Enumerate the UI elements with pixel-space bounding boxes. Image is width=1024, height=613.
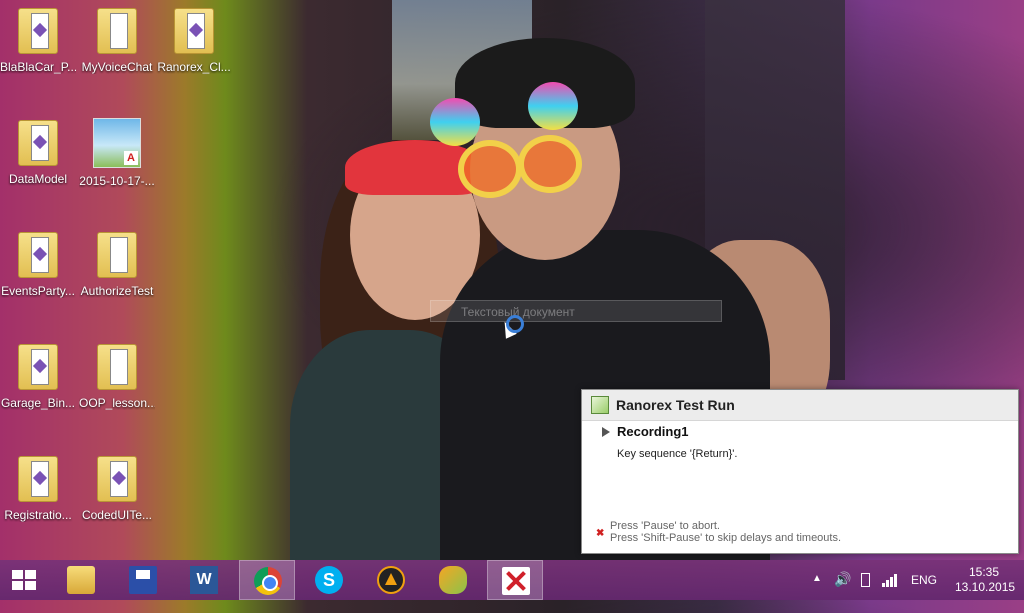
taskbar-file-explorer[interactable] (53, 560, 109, 600)
language-indicator[interactable]: ENG (911, 573, 937, 613)
desktop-icon-garage-bin[interactable]: Garage_Bin... (0, 344, 76, 410)
hint-skip: Press 'Shift-Pause' to skip delays and t… (610, 532, 842, 544)
desktop-icon-label: Registratio... (4, 508, 72, 522)
taskbar-fl-studio[interactable] (425, 560, 481, 600)
busy-spinner-icon (506, 315, 524, 333)
desktop-icon-label: Garage_Bin... (0, 396, 76, 410)
folder-icon (18, 8, 58, 54)
desktop-icon-label: AuthorizeTest (80, 284, 154, 298)
network-signal-icon[interactable] (882, 573, 898, 613)
taskbar-aimp[interactable] (363, 560, 419, 600)
desktop-icon-blablacar[interactable]: BlaBlaCar_P... (0, 8, 76, 74)
folder-icon (97, 344, 137, 390)
wallpaper-ear-right (528, 82, 578, 130)
wallpaper-glasses-right (518, 135, 582, 193)
hint-abort: Press 'Pause' to abort. (610, 520, 720, 532)
taskbar-word[interactable]: W (176, 560, 232, 600)
skype-icon: S (315, 566, 343, 594)
folder-icon (174, 8, 214, 54)
desktop-icon-myvoicechat[interactable]: MyVoiceChat (79, 8, 155, 74)
popup-header: Ranorex Test Run (582, 390, 1018, 421)
desktop-icon-label: MyVoiceChat (81, 60, 153, 74)
taskbar-ranorex[interactable] (487, 560, 543, 600)
abort-x-icon: ✖ (596, 528, 605, 539)
aimp-icon (377, 566, 405, 594)
folder-icon (97, 8, 137, 54)
taskbar-chrome[interactable] (239, 560, 295, 600)
desktop-icon-label: OOP_lesson... (79, 396, 155, 410)
desktop-icon-registration[interactable]: Registratio... (0, 456, 76, 522)
desktop-icon-label: EventsParty... (1, 284, 75, 298)
ranorex-icon (502, 567, 530, 595)
desktop-icon-authorizetest[interactable]: AuthorizeTest (79, 232, 155, 298)
desktop-icon-eventsparty[interactable]: EventsParty... (0, 232, 76, 298)
folder-icon (97, 456, 137, 502)
desktop-icon-label: CodedUITe... (81, 508, 153, 522)
show-hidden-icons-button[interactable]: ▲ (812, 573, 822, 613)
desktop-icon-label: 2015-10-17-... (79, 174, 155, 188)
desktop-icon-oop-lesson[interactable]: OOP_lesson... (79, 344, 155, 410)
word-icon: W (190, 566, 218, 594)
desktop-icon-pdf-2015-10-17[interactable]: A 2015-10-17-... (79, 118, 155, 188)
power-icon[interactable] (859, 571, 871, 587)
wallpaper-ear-left (430, 98, 480, 146)
desktop-icon-codeduitest[interactable]: CodedUITe... (79, 456, 155, 522)
faded-rename-box: Текстовый документ (430, 300, 722, 322)
taskbar-save-app[interactable] (115, 560, 171, 600)
desktop-icon-label: Ranorex_Cl... (157, 60, 231, 74)
folder-icon (18, 344, 58, 390)
desktop-icon-datamodel[interactable]: DataModel (0, 120, 76, 186)
wallpaper-glasses-left (458, 140, 522, 198)
play-icon (602, 427, 610, 437)
folder-icon (18, 456, 58, 502)
ranorex-logo-icon (591, 396, 609, 414)
recording-name: Recording1 (617, 424, 689, 439)
clock-time: 15:35 (968, 565, 1000, 579)
fl-studio-icon (439, 566, 467, 594)
clock-date: 13.10.2015 (955, 580, 1016, 594)
taskbar-skype[interactable]: S (301, 560, 357, 600)
volume-icon[interactable]: 🔊 (834, 571, 851, 611)
desktop-icon-label: DataModel (8, 172, 68, 186)
pdf-icon: A (93, 118, 141, 168)
taskbar: W S ▲ 🔊 ENG 15:35 13.10.2015 (0, 560, 1024, 600)
windows-logo-icon (12, 570, 38, 590)
action-message: Key sequence '{Return}'. (617, 448, 738, 460)
popup-title: Ranorex Test Run (616, 397, 735, 413)
chrome-icon (254, 567, 282, 595)
ranorex-test-run-popup: Ranorex Test Run Recording1 Key sequence… (581, 389, 1019, 554)
floppy-disk-icon (129, 566, 157, 594)
clock[interactable]: 15:35 13.10.2015 (955, 565, 1016, 605)
desktop-icon-ranorex-cl[interactable]: Ranorex_Cl... (156, 8, 232, 74)
folder-icon (18, 232, 58, 278)
start-button[interactable] (0, 560, 56, 600)
folder-icon (97, 232, 137, 278)
file-explorer-icon (67, 566, 95, 594)
desktop-icon-label: BlaBlaCar_P... (0, 60, 76, 74)
folder-icon (18, 120, 58, 166)
